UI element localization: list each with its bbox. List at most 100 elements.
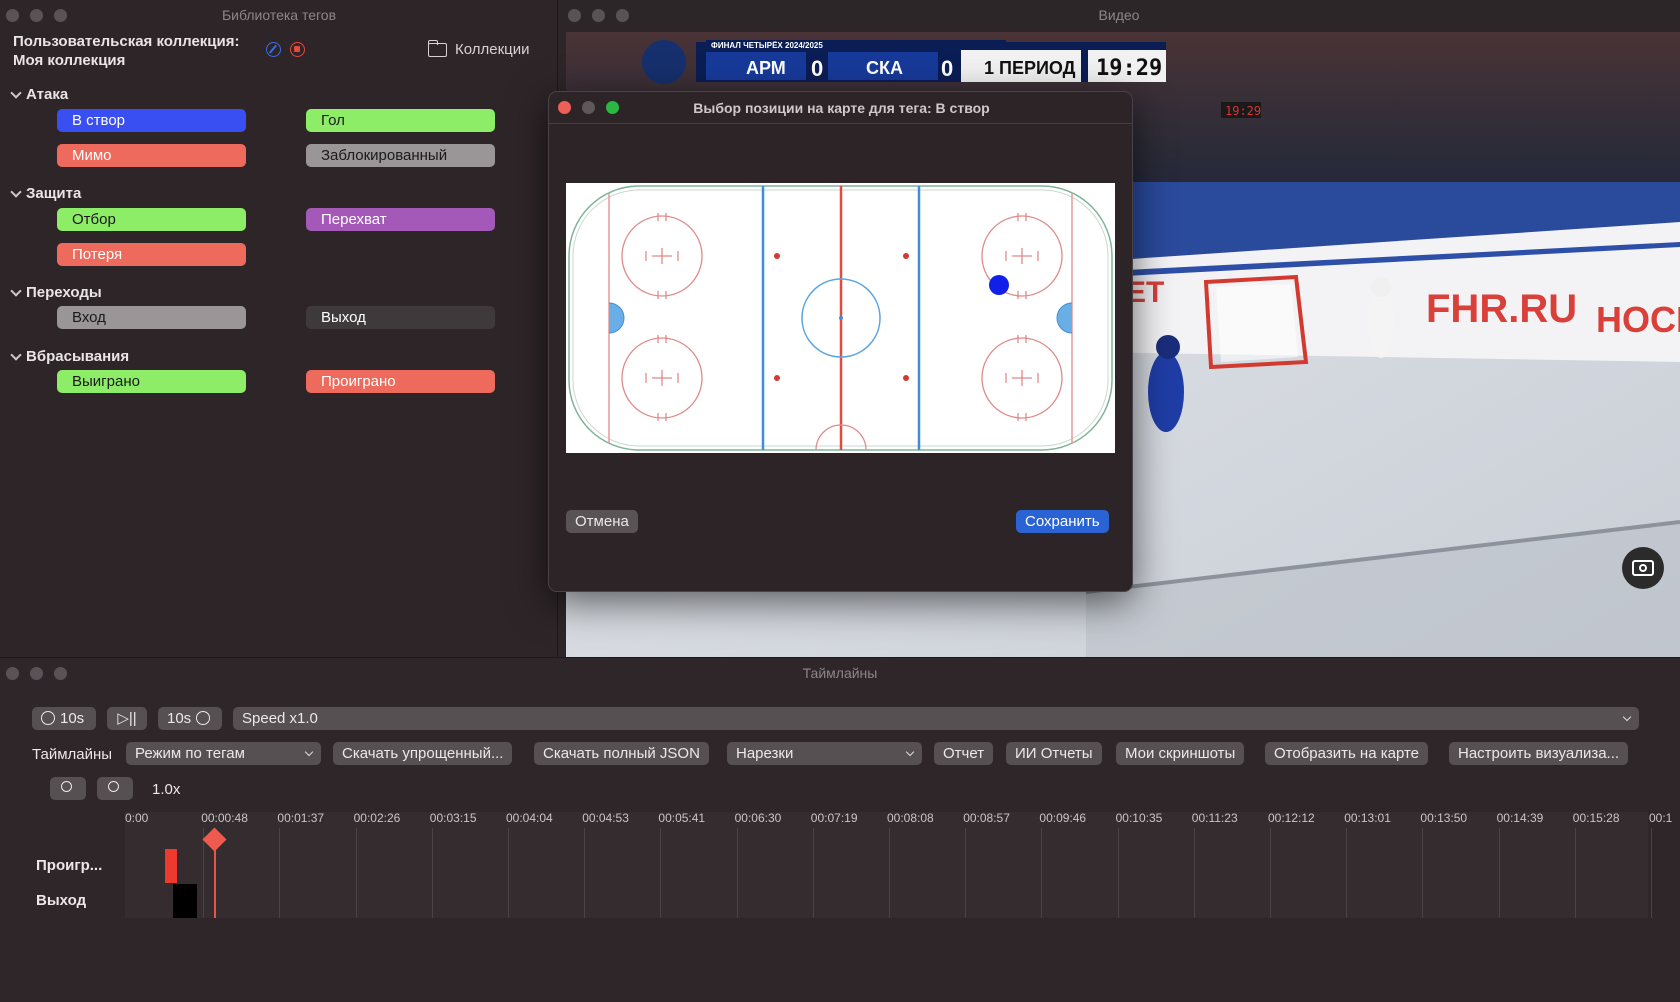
tick-label: 00:14:39	[1496, 811, 1544, 825]
tick-label: 00:08:57	[963, 811, 1010, 825]
configure-visualization-button[interactable]: Настроить визуализа...	[1449, 742, 1629, 765]
save-button[interactable]: Сохранить	[1016, 510, 1109, 533]
window-title: Библиотека тегов	[221, 7, 337, 23]
category-faceoffs[interactable]: Вбрасывания	[10, 348, 129, 365]
ai-reports-button[interactable]: ИИ Отчеты	[1006, 742, 1102, 765]
tick-label: 00:09:46	[1039, 811, 1087, 825]
tick-line	[431, 828, 433, 918]
edit-icon[interactable]	[266, 42, 281, 57]
tick-label: 00:00:48	[201, 811, 248, 825]
category-label: Атака	[26, 86, 69, 103]
tick-label: 00:04:53	[582, 811, 629, 825]
chevron-down-icon	[10, 86, 22, 99]
selected-position-marker[interactable]	[989, 275, 1009, 295]
tag-on-target[interactable]: В створ	[57, 109, 246, 132]
tick-label: 00:10:35	[1115, 811, 1163, 825]
show-on-map-button[interactable]: Отобразить на карте	[1265, 742, 1429, 765]
download-full-json-button[interactable]: Скачать полный JSON	[534, 742, 709, 765]
tick-line	[965, 828, 967, 918]
team1-name: АРМ	[746, 58, 786, 78]
tick-label: 00:06:30	[734, 811, 782, 825]
arena-clock: 19:29	[1225, 104, 1261, 118]
report-button[interactable]: Отчет	[934, 742, 994, 765]
speed-select[interactable]: Speed x1.0	[233, 707, 1639, 730]
tick-label: 00:11:23	[1191, 811, 1238, 825]
tick-label: 00:13:01	[1344, 811, 1391, 825]
play-pause-icon: ▷||	[117, 710, 137, 727]
tag-takeaway[interactable]: Отбор	[57, 208, 246, 231]
cuts-select[interactable]: Нарезки	[727, 742, 922, 765]
zoom-out-button[interactable]	[50, 777, 86, 800]
tag-miss[interactable]: Мимо	[57, 144, 246, 167]
tick-line	[660, 828, 662, 918]
row-label-exit: Выход	[36, 892, 87, 909]
tick-line	[1193, 828, 1195, 918]
tick-line	[1270, 828, 1271, 918]
tick-line	[1422, 828, 1424, 918]
tick-label: 00:12:12	[1268, 811, 1315, 825]
category-defense[interactable]: Защита	[10, 185, 81, 202]
collections-button[interactable]: Коллекции	[427, 39, 530, 58]
tick-line	[1041, 828, 1043, 918]
tag-won[interactable]: Выиграно	[57, 370, 246, 393]
screenshot-button[interactable]	[1622, 547, 1664, 589]
play-pause-button[interactable]: ▷||	[107, 707, 147, 730]
forward-10s-button[interactable]: 10s	[158, 707, 222, 730]
team2-name: СКА	[866, 58, 903, 78]
zoom-in-button[interactable]	[97, 777, 133, 800]
map-position-dialog: Выбор позиции на карте для тега: В створ	[548, 91, 1133, 592]
tick-line	[1117, 828, 1119, 918]
tag-library-window: Библиотека тегов Пользовательская коллек…	[0, 0, 558, 657]
team2-score: 0	[941, 56, 953, 81]
game-clock: 19:29	[1096, 56, 1162, 81]
tag-blocked[interactable]: Заблокированный	[306, 144, 495, 167]
chevron-down-icon	[10, 284, 22, 297]
collection-name: Моя коллекция	[13, 52, 126, 69]
collection-header: Пользовательская коллекция: Моя коллекци…	[13, 32, 239, 70]
forward-icon	[196, 711, 211, 725]
window-title: Видео	[1098, 7, 1140, 23]
category-transitions[interactable]: Переходы	[10, 284, 102, 301]
tag-entry[interactable]: Вход	[57, 306, 246, 329]
zoom-in-icon	[108, 781, 119, 792]
tag-lost[interactable]: Проиграно	[306, 370, 495, 393]
row-label-lost: Проигр...	[36, 857, 103, 874]
tag-loss[interactable]: Потеря	[57, 243, 246, 266]
event-marker-lost[interactable]	[165, 849, 177, 883]
tick-label: 00:01:37	[277, 811, 325, 825]
rewind-10s-button[interactable]: 10s	[32, 707, 96, 730]
timeline-track[interactable]	[32, 812, 1648, 918]
collection-actions	[266, 42, 305, 57]
download-simple-button[interactable]: Скачать упрощенный...	[333, 742, 513, 765]
ad-text: FHR.RU	[1426, 287, 1577, 331]
tick-line	[1498, 828, 1500, 918]
tick-label: 00:03:15	[429, 811, 477, 825]
window-title: Таймлайны	[802, 665, 878, 681]
tag-goal[interactable]: Гол	[306, 109, 495, 132]
tick-label: 00:15:28	[1572, 811, 1620, 825]
chevron-down-icon	[10, 348, 22, 361]
category-label: Переходы	[26, 284, 102, 301]
rink-map[interactable]	[566, 183, 1115, 453]
category-attack[interactable]: Атака	[10, 86, 69, 103]
tick-label: 00:04:04	[506, 811, 553, 825]
tick-line	[355, 828, 357, 918]
collections-button-label: Коллекции	[455, 41, 530, 58]
rink-diagram	[568, 185, 1113, 451]
tick-line	[279, 828, 281, 918]
tag-exit[interactable]: Выход	[306, 306, 495, 329]
tag-interception[interactable]: Перехват	[306, 208, 495, 231]
tick-label: 00:05:41	[658, 811, 706, 825]
camera-icon	[1632, 560, 1654, 576]
cancel-button[interactable]: Отмена	[566, 510, 638, 533]
folder-icon	[427, 39, 447, 57]
tick-label: 00:1	[1649, 811, 1673, 825]
event-marker-exit[interactable]	[173, 884, 197, 918]
tick-line	[889, 828, 890, 918]
scoreboard-stage: ФИНАЛ ЧЕТЫРЁХ 2024/2025	[711, 41, 823, 50]
my-screenshots-button[interactable]: Мои скриншоты	[1116, 742, 1245, 765]
tick-label: 00:08:08	[887, 811, 934, 825]
timelines-label: Таймлайны	[32, 746, 113, 763]
delete-icon[interactable]	[290, 42, 305, 57]
mode-select[interactable]: Режим по тегам	[126, 742, 321, 765]
